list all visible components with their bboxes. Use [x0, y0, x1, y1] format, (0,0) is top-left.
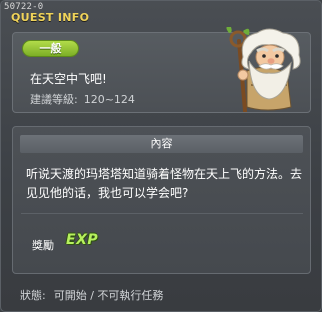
- level-label: 建議等級:: [30, 93, 78, 106]
- quest-status: 狀態: 可開始 / 不可執行任務: [20, 287, 163, 303]
- exp-reward-icon[interactable]: EXP: [66, 232, 98, 248]
- quest-description: 听说天渡的玛塔塔知道骑着怪物在天上飞的方法。去见见他的话，我也可以学会吧?: [26, 167, 303, 200]
- title-bar[interactable]: 50722-0 QUEST INFO: [1, 1, 321, 24]
- quest-content-panel: 內容 听说天渡的玛塔塔知道骑着怪物在天上飞的方法。去见见他的话，我也可以学会吧?…: [12, 126, 311, 274]
- category-badge: 一般: [22, 40, 79, 57]
- reward-label: 獎勵: [32, 239, 54, 252]
- npc-portrait-icon: [226, 27, 301, 112]
- quest-header-panel: 一般 在天空中飞吧! 建議等級: 120~124: [12, 27, 311, 113]
- divider: [21, 213, 303, 214]
- recommended-level: 建議等級: 120~124: [30, 91, 135, 107]
- quest-name: 在天空中飞吧!: [30, 72, 107, 86]
- window-title: QUEST INFO: [11, 11, 90, 24]
- status-value: 可開始 / 不可執行任務: [53, 289, 164, 302]
- content-section-title: 內容: [20, 135, 303, 153]
- level-range: 120~124: [83, 93, 135, 106]
- quest-info-window: 50722-0 QUEST INFO 一般 在天空中飞吧! 建議等級: 120~1…: [0, 0, 322, 312]
- status-label: 狀態:: [20, 289, 46, 302]
